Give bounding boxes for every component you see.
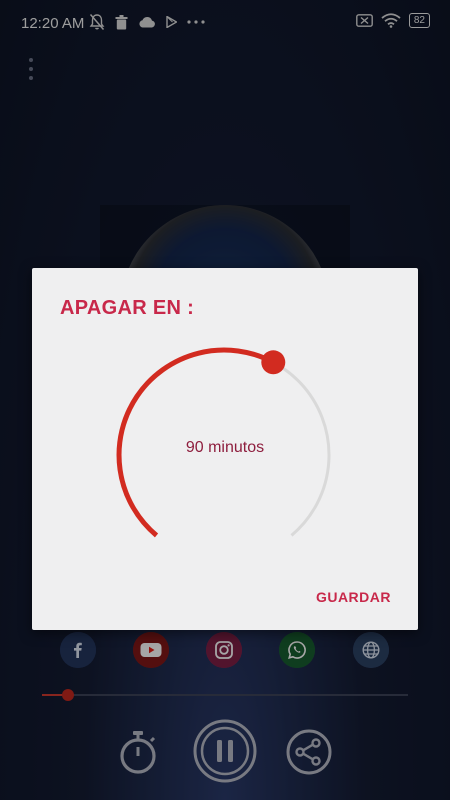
timer-value-label: 90 minutos bbox=[185, 439, 265, 456]
sleep-timer-dialog: APAGAR EN : 90 minutos GUARDAR bbox=[32, 268, 418, 630]
dial-thumb[interactable] bbox=[261, 350, 286, 375]
save-button[interactable]: GUARDAR bbox=[316, 589, 391, 605]
